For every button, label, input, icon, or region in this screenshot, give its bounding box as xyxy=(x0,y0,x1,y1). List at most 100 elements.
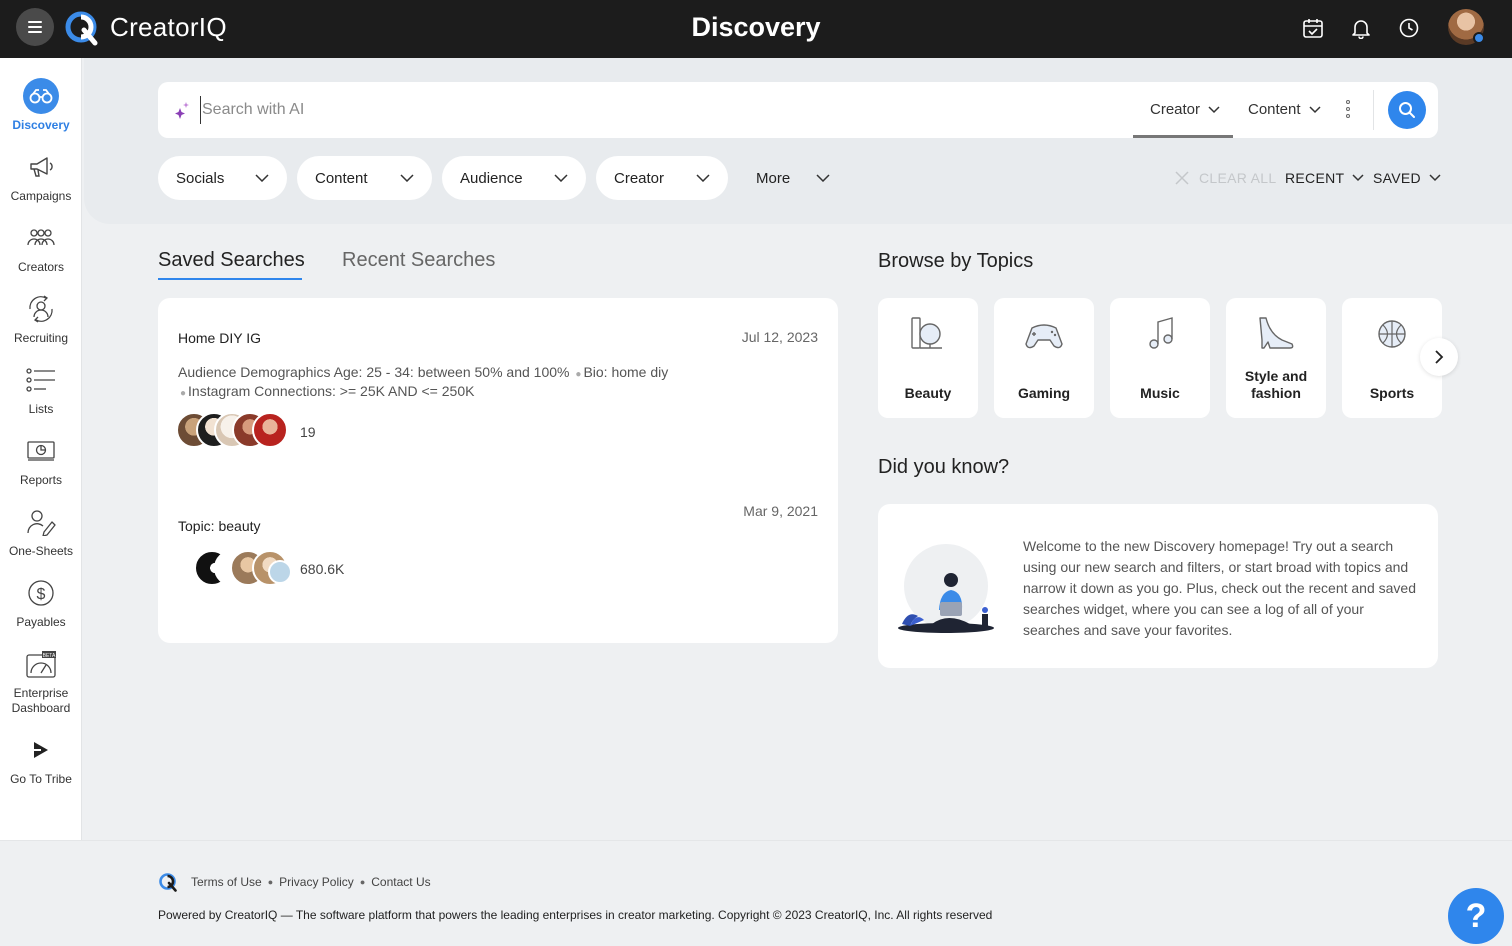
topic-style-and-fashion[interactable]: Style and fashion xyxy=(1226,298,1326,418)
search-type-creator[interactable]: Creator xyxy=(1150,101,1220,118)
filter-creator[interactable]: Creator xyxy=(596,156,728,200)
recent-dropdown[interactable]: RECENT xyxy=(1285,170,1364,186)
chevron-down-icon xyxy=(255,174,269,182)
report-icon xyxy=(23,433,59,469)
footer xyxy=(0,840,1512,946)
tab-saved-searches[interactable]: Saved Searches xyxy=(158,249,305,272)
search-type-content[interactable]: Content xyxy=(1248,101,1321,118)
sidebar-item-creators[interactable]: Creators xyxy=(0,220,82,274)
sidebar-item-label: Payables xyxy=(16,615,66,629)
calendar-check-icon[interactable] xyxy=(1302,17,1324,39)
chevron-down-icon xyxy=(400,174,414,182)
search-type-label: Creator xyxy=(1150,101,1201,118)
topic-gaming[interactable]: Gaming xyxy=(994,298,1094,418)
saved-search-criteria: Audience Demographics Age: 25 - 34: betw… xyxy=(178,364,669,399)
active-tab-indicator xyxy=(158,278,302,280)
saved-dropdown[interactable]: SAVED xyxy=(1373,170,1441,186)
topic-label: Beauty xyxy=(904,385,952,401)
saved-search-title: Home DIY IG xyxy=(178,330,261,346)
search-input[interactable] xyxy=(200,96,1100,124)
verified-badge xyxy=(1473,32,1485,44)
svg-text:$: $ xyxy=(37,586,46,603)
recruiting-icon xyxy=(23,291,59,327)
creatoriq-logo-icon[interactable] xyxy=(64,10,100,46)
active-search-type-indicator xyxy=(1133,135,1233,138)
brand-name[interactable]: CreatorIQ xyxy=(110,12,227,43)
topic-label: Style and fashion xyxy=(1244,368,1308,401)
beta-badge: BETA xyxy=(43,653,56,659)
sidebar-item-payables[interactable]: $ Payables xyxy=(0,575,82,629)
sidebar-item-label: Lists xyxy=(28,402,54,416)
sidebar-item-label: Recruiting xyxy=(13,331,69,345)
criteria-text: Audience Demographics Age: 25 - 34: betw… xyxy=(178,364,570,380)
filter-more[interactable]: More xyxy=(756,156,830,200)
one-sheet-icon xyxy=(23,504,59,540)
search-type-label: Content xyxy=(1248,101,1301,118)
dollar-icon: $ xyxy=(23,575,59,611)
filter-content[interactable]: Content xyxy=(297,156,432,200)
topic-label: Gaming xyxy=(1017,385,1071,401)
creator-avatar xyxy=(268,560,292,584)
dashboard-icon: BETA xyxy=(23,646,59,682)
sidebar-item-go-to-tribe[interactable]: Go To Tribe xyxy=(0,732,82,786)
filter-label: Content xyxy=(315,169,368,187)
saved-search-date: Jul 12, 2023 xyxy=(741,329,818,345)
bell-icon[interactable] xyxy=(1350,17,1372,39)
filter-socials[interactable]: Socials xyxy=(158,156,287,200)
topic-beauty[interactable]: Beauty xyxy=(878,298,978,418)
chevron-right-icon xyxy=(1435,350,1444,364)
sidebar-item-campaigns[interactable]: Campaigns xyxy=(0,149,82,203)
sidebar-item-one-sheets[interactable]: One-Sheets xyxy=(0,504,82,558)
did-you-know-text: Welcome to the new Discovery homepage! T… xyxy=(1023,538,1417,638)
chevron-down-icon xyxy=(696,174,710,182)
sidebar-item-lists[interactable]: Lists xyxy=(0,362,82,416)
chevron-down-icon xyxy=(1309,105,1321,113)
basketball-icon xyxy=(1378,320,1406,348)
criteria-text: Bio: home diy xyxy=(583,364,669,380)
chevron-down-icon xyxy=(554,174,568,182)
tab-recent-searches[interactable]: Recent Searches xyxy=(342,249,495,272)
high-heel-icon xyxy=(1259,317,1294,349)
sidebar-item-label: Reports xyxy=(19,473,63,487)
sidebar-item-enterprise-dashboard[interactable]: BETA Enterprise Dashboard xyxy=(0,646,82,716)
terms-of-use-link[interactable]: Terms of Use xyxy=(191,875,262,889)
chevron-down-icon xyxy=(1352,174,1364,182)
mirror-icon xyxy=(911,317,942,349)
criteria-text: Instagram Connections: >= 25K AND <= 250… xyxy=(188,383,475,399)
sidebar-item-label: Go To Tribe xyxy=(10,772,72,786)
filter-audience[interactable]: Audience xyxy=(442,156,586,200)
megaphone-icon xyxy=(23,149,59,185)
divider xyxy=(1373,90,1374,130)
footer-links: Terms of Use ● Privacy Policy ● Contact … xyxy=(191,875,431,889)
clock-icon[interactable] xyxy=(1398,17,1420,39)
music-note-icon xyxy=(1149,317,1173,349)
privacy-policy-link[interactable]: Privacy Policy xyxy=(279,875,354,889)
sidebar-item-recruiting[interactable]: Recruiting xyxy=(0,291,82,345)
topics-next-button[interactable] xyxy=(1420,338,1458,376)
help-button[interactable]: ? xyxy=(1448,888,1504,944)
sidebar-item-discovery[interactable]: Discovery xyxy=(0,78,82,132)
search-button[interactable] xyxy=(1388,91,1426,129)
filter-label: More xyxy=(756,169,791,187)
sidebar-item-reports[interactable]: Reports xyxy=(0,433,82,487)
clear-all-label: CLEAR ALL xyxy=(1199,170,1277,186)
creator-count: 19 xyxy=(300,424,316,440)
topic-label: Music xyxy=(1140,385,1180,401)
binoculars-icon xyxy=(23,78,59,114)
saved-searches-card: Home DIY IG Jul 12, 2023 Audience Demogr… xyxy=(158,298,838,643)
more-options-icon[interactable] xyxy=(1346,100,1350,118)
sidebar-item-label: Discovery xyxy=(12,118,70,132)
ai-sparkle-icon xyxy=(175,102,189,119)
chevron-down-icon xyxy=(1429,174,1441,182)
creatoriq-logo-icon[interactable] xyxy=(158,872,178,892)
saved-label: SAVED xyxy=(1373,170,1421,186)
person-with-laptop-illustration xyxy=(898,544,994,633)
filter-label: Creator xyxy=(614,169,665,187)
hamburger-menu-button[interactable] xyxy=(16,8,54,46)
contact-us-link[interactable]: Contact Us xyxy=(371,875,430,889)
topic-music[interactable]: Music xyxy=(1110,298,1210,418)
gamepad-icon xyxy=(1025,324,1063,349)
saved-search-title: Topic: beauty xyxy=(178,518,261,534)
clear-all-button[interactable]: CLEAR ALL xyxy=(1174,170,1276,186)
search-icon xyxy=(1399,102,1415,118)
